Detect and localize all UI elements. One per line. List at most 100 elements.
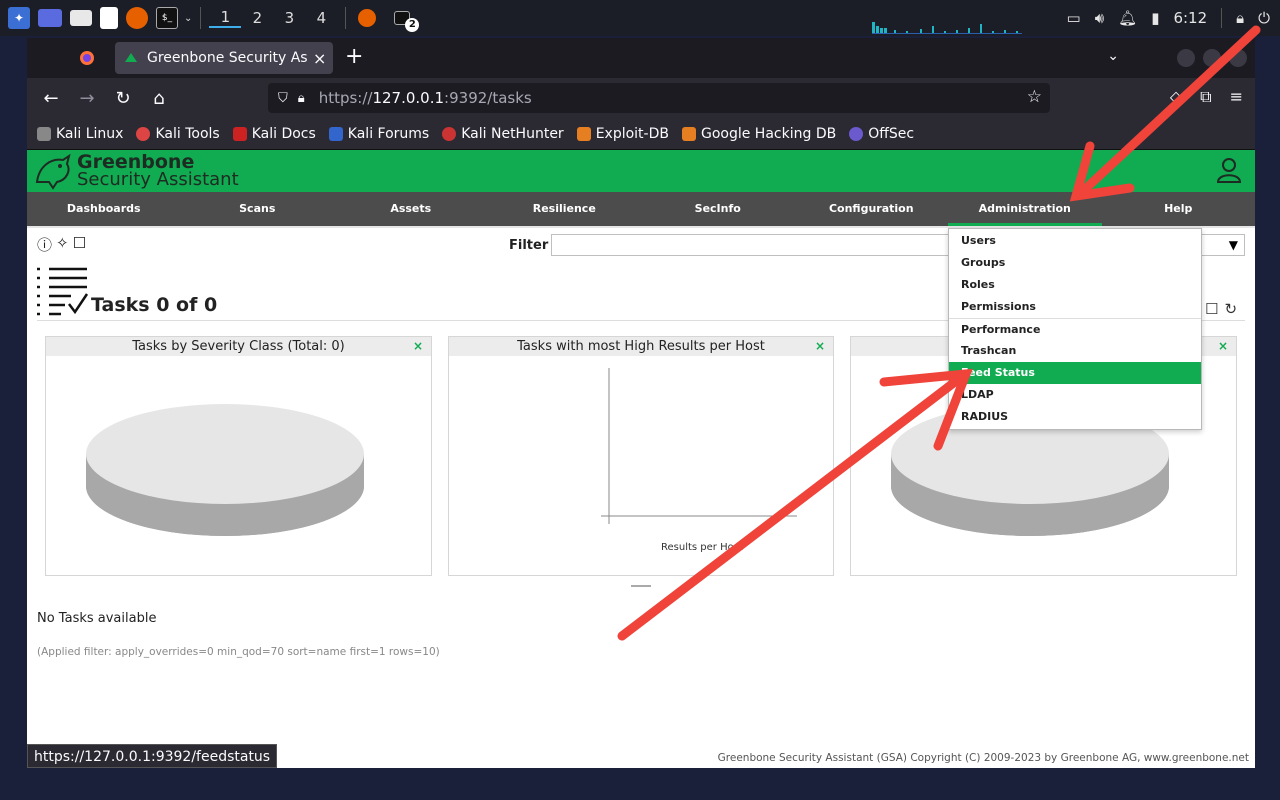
close-display-icon[interactable]: × [1218, 337, 1228, 356]
bookmarks-toolbar: Kali Linux Kali Tools Kali Docs Kali For… [27, 118, 1255, 150]
offsec-icon [849, 126, 864, 141]
dropdown-users[interactable]: Users [949, 230, 1201, 252]
close-tab-icon[interactable]: × [313, 49, 326, 68]
maximize-button[interactable] [1203, 49, 1221, 67]
bookmark-kali-tools[interactable]: Kali Tools [136, 126, 220, 142]
clock[interactable]: 6:12 [1173, 9, 1207, 27]
file-manager-icon[interactable] [70, 10, 92, 26]
url-prefix: https:// [318, 89, 373, 107]
menu-resilience[interactable]: Resilience [488, 192, 642, 226]
url-text[interactable]: https://127.0.0.1:9392/tasks [319, 89, 532, 107]
workspace-1[interactable]: 1 [209, 8, 242, 28]
tasks-list-icon [37, 267, 89, 316]
close-display-icon[interactable]: × [815, 337, 825, 356]
menu-help[interactable]: Help [1102, 192, 1256, 226]
menu-scans[interactable]: Scans [181, 192, 335, 226]
greenbone-logo[interactable]: Greenbone Security Assistant [33, 152, 239, 190]
bookmark-google-hacking-db[interactable]: Google Hacking DB [681, 126, 836, 142]
dropdown-ldap[interactable]: LDAP [949, 384, 1201, 406]
list-all-tabs-icon[interactable]: ⌄ [1107, 48, 1119, 64]
dropdown-roles[interactable]: Roles [949, 274, 1201, 296]
tab-title: Greenbone Security Assistant [147, 50, 307, 66]
tab-greenbone[interactable]: Greenbone Security Assistant × [115, 42, 333, 74]
kali-dragon-icon [37, 126, 51, 141]
browser-window: Greenbone Security Assistant × + ⌄ ← → ↻… [27, 38, 1255, 768]
volume-icon[interactable]: 🔊︎ [1095, 9, 1104, 27]
new-tab-button[interactable]: + [345, 44, 363, 69]
dropdown-groups[interactable]: Groups [949, 252, 1201, 274]
logo-line-2: Security Assistant [77, 169, 239, 190]
bookmark-label: Kali Linux [56, 125, 124, 142]
terminal-launcher-icon[interactable]: $_ [156, 7, 178, 29]
bookmark-exploit-db[interactable]: Exploit-DB [576, 126, 669, 142]
reset-dashboard-icon[interactable]: ↻ [1224, 300, 1237, 318]
dashboard-tasks-by-severity: Tasks by Severity Class (Total: 0) × [45, 336, 432, 576]
show-desktop-icon[interactable] [38, 9, 62, 27]
back-button[interactable]: ← [33, 88, 69, 109]
bookmark-label: Kali Docs [251, 125, 316, 142]
menu-dashboards[interactable]: Dashboards [27, 192, 181, 226]
dashboard-title-text: Tasks with most High Results per Host [517, 339, 765, 354]
new-task-icon[interactable]: ☐ [73, 234, 86, 255]
hamburger-menu-icon[interactable]: ≡ [1230, 87, 1243, 107]
dropdown-trashcan[interactable]: Trashcan [949, 340, 1201, 362]
power-icon[interactable]: ⏻ [1258, 9, 1270, 27]
dropdown-radius[interactable]: RADIUS [949, 406, 1201, 428]
lock-icon[interactable]: 🔒︎ [298, 91, 305, 106]
nethunter-icon [442, 126, 457, 141]
filter-dropdown[interactable]: ▼ [1201, 234, 1245, 256]
battery-icon[interactable]: ▮ [1151, 9, 1159, 27]
tray-separator [1221, 8, 1223, 28]
reload-button[interactable]: ↻ [105, 88, 141, 109]
minimize-button[interactable] [1177, 49, 1195, 67]
bookmark-offsec[interactable]: OffSec [849, 126, 914, 142]
bookmark-label: OffSec [868, 125, 915, 142]
url-bar[interactable]: ⛉ 🔒︎ https://127.0.0.1:9392/tasks ☆ [268, 83, 1050, 113]
shield-icon[interactable]: ⛉ [278, 91, 288, 106]
resize-handle[interactable] [631, 585, 651, 587]
firefox-view-icon[interactable] [67, 42, 107, 74]
filter-input[interactable] [551, 234, 951, 256]
task-wizard-icon[interactable]: ✧ [56, 234, 69, 255]
close-window-button[interactable] [1229, 49, 1247, 67]
add-dashboard-display-icon[interactable]: ☐ [1205, 300, 1218, 318]
menu-administration[interactable]: Administration [948, 192, 1102, 226]
workspace-2[interactable]: 2 [241, 9, 273, 27]
notification-bell-icon[interactable]: 🔔︎ [1118, 9, 1137, 27]
bookmark-kali-linux[interactable]: Kali Linux [37, 126, 123, 142]
pocket-icon[interactable]: ◇ [1170, 87, 1182, 107]
dropdown-permissions[interactable]: Permissions [949, 296, 1201, 318]
display-icon[interactable]: ▭ [1067, 9, 1081, 27]
kali-forums-icon [328, 126, 343, 141]
dashboard-title: Tasks with most High Results per Host × [449, 337, 833, 356]
menu-secinfo[interactable]: SecInfo [641, 192, 795, 226]
bookmark-star-icon[interactable]: ☆ [1027, 87, 1042, 107]
dropdown-feed-status[interactable]: Feed Status [949, 362, 1201, 384]
workspace-4[interactable]: 4 [305, 9, 337, 27]
chevron-down-icon[interactable]: ⌄ [184, 13, 192, 24]
bookmark-label: Kali Forums [347, 125, 430, 142]
bookmark-kali-docs[interactable]: Kali Docs [232, 125, 316, 142]
kali-menu-icon[interactable]: ✦ [8, 7, 30, 29]
user-profile-icon[interactable] [1215, 156, 1243, 184]
forward-button[interactable]: → [69, 88, 105, 109]
terminal-window-icon[interactable]: 2 [394, 11, 420, 32]
menu-configuration[interactable]: Configuration [795, 192, 949, 226]
text-editor-icon[interactable] [100, 7, 118, 29]
window-controls [1177, 49, 1247, 67]
workspace-3[interactable]: 3 [273, 9, 305, 27]
nav-right-tools: ◇ ⧉ ≡ [1170, 87, 1243, 107]
dashboard-tools: ☐ ↻ [1205, 300, 1237, 318]
extensions-icon[interactable]: ⧉ [1200, 87, 1211, 107]
dropdown-performance[interactable]: Performance [949, 318, 1201, 340]
bookmark-kali-forums[interactable]: Kali Forums [328, 125, 430, 142]
menu-assets[interactable]: Assets [334, 192, 488, 226]
close-display-icon[interactable]: × [413, 337, 423, 356]
firefox-window-icon[interactable] [358, 9, 377, 27]
home-button[interactable]: ⌂ [141, 88, 177, 109]
help-icon[interactable]: ⓘ [37, 234, 52, 255]
taskbar-separator [200, 7, 202, 29]
lock-icon[interactable]: 🔒︎ [1236, 9, 1244, 27]
bookmark-kali-nethunter[interactable]: Kali NetHunter [442, 126, 564, 142]
firefox-launcher-icon[interactable] [126, 7, 148, 29]
